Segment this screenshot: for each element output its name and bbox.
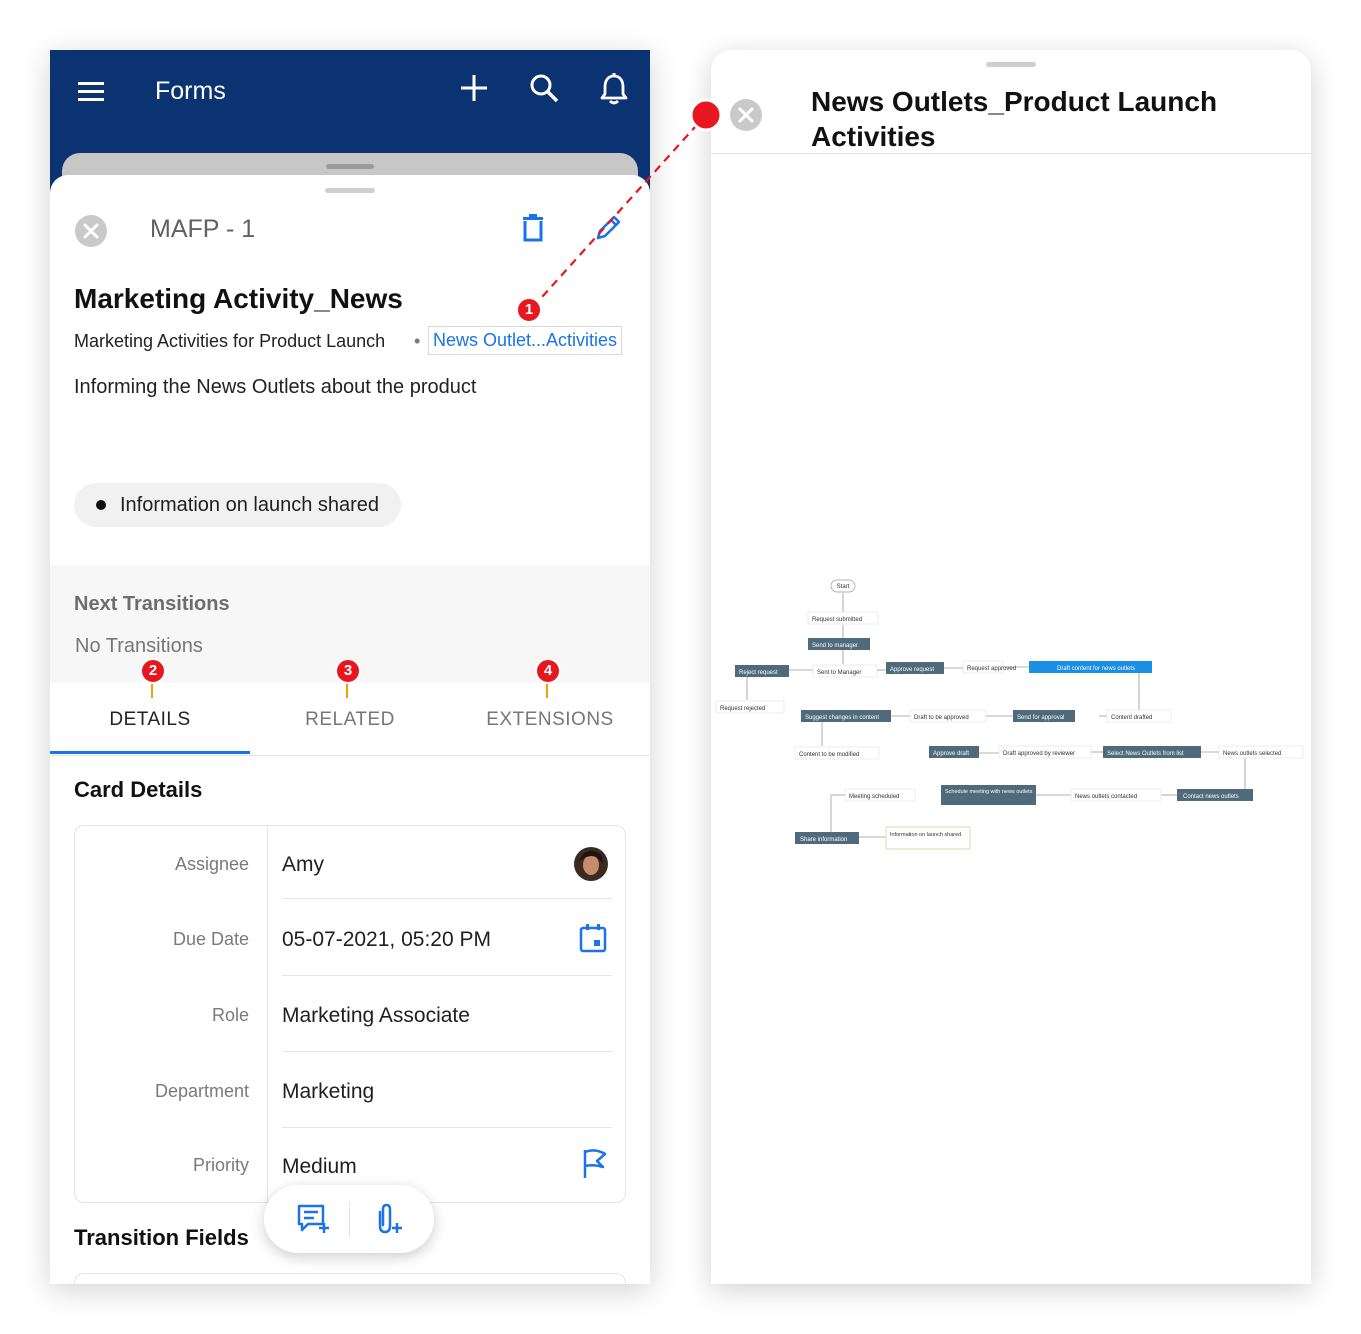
action-node: Reject request xyxy=(739,670,778,676)
role-value[interactable]: Marketing Associate xyxy=(282,1004,470,1028)
role-label: Role xyxy=(211,1005,249,1025)
tab-extensions[interactable]: EXTENSIONS xyxy=(450,709,650,731)
action-node: Select News Outlets from list xyxy=(1107,751,1184,757)
callout-marker-4: 4 xyxy=(535,658,561,684)
calendar-icon[interactable] xyxy=(579,923,607,958)
drag-handle[interactable] xyxy=(986,62,1036,67)
workflow-title: News Outlets_Product Launch Activities xyxy=(811,86,1218,152)
state-node: Draft to be approved xyxy=(914,715,969,721)
close-icon[interactable] xyxy=(74,214,108,253)
transition-fields-title: Transition Fields xyxy=(74,1225,249,1250)
action-node: Approve request xyxy=(890,667,934,673)
callout-pin-4 xyxy=(546,684,548,698)
state-node: Meeting scheduled xyxy=(849,794,899,800)
department-value[interactable]: Marketing xyxy=(282,1080,374,1104)
state-node: News outlets contacted xyxy=(1075,794,1137,800)
avatar xyxy=(573,846,609,887)
callout-marker-1: 1 xyxy=(516,297,542,323)
workflow-diagram: Start Request submitted Send to manager … xyxy=(715,579,1304,850)
action-node: Send to manager xyxy=(812,643,858,649)
next-transitions-title: Next Transitions xyxy=(74,593,230,615)
action-node: Approve draft xyxy=(933,751,969,757)
tab-details[interactable]: DETAILS xyxy=(50,709,250,731)
due-date-label: Due Date xyxy=(172,929,249,949)
action-node: Schedule meeting with news outlets xyxy=(945,789,1033,795)
app-title: Forms xyxy=(155,77,226,105)
state-node: News outlets selected xyxy=(1223,751,1281,757)
flag-icon[interactable] xyxy=(581,1148,609,1185)
callout-pin-2 xyxy=(151,684,153,698)
tab-related[interactable]: RELATED xyxy=(250,709,450,731)
action-node: Send for approval xyxy=(1017,715,1064,721)
card-id: MAFP - 1 xyxy=(150,215,256,243)
parent-form-name: Marketing Activities for Product Launch xyxy=(74,331,386,351)
state-node: Request submitted xyxy=(812,617,862,623)
card-title: Marketing Activity_News xyxy=(74,283,403,314)
drag-handle[interactable] xyxy=(325,188,375,193)
add-attachment-icon[interactable] xyxy=(370,1202,404,1241)
start-node: Start xyxy=(837,584,850,590)
action-node: Suggest changes in content xyxy=(805,715,879,721)
priority-label: Priority xyxy=(192,1155,249,1175)
state-node: Content to be modified xyxy=(799,752,859,758)
add-comment-icon[interactable] xyxy=(296,1203,330,1240)
edit-icon[interactable] xyxy=(594,212,624,247)
priority-value[interactable]: Medium xyxy=(282,1155,357,1179)
state-node: Request approved xyxy=(967,666,1016,672)
tab-bar: DETAILS RELATED EXTENSIONS xyxy=(50,683,650,756)
current-state-node: Information on launch shared xyxy=(890,832,961,838)
card-details-title: Card Details xyxy=(74,777,203,802)
callout-marker-3: 3 xyxy=(335,658,361,684)
card-description: Informing the News Outlets about the pro… xyxy=(74,376,477,398)
no-transitions-text: No Transitions xyxy=(75,635,203,657)
workflow-link[interactable]: News Outlet...Activities xyxy=(428,326,623,355)
due-date-value[interactable]: 05-07-2021, 05:20 PM xyxy=(282,928,491,952)
action-node: Draft content for news outlets xyxy=(1057,666,1135,672)
card-sheet: MAFP - 1 Marketing Activity_News Marketi… xyxy=(50,175,650,1284)
state-node: Draft approved by reviewer xyxy=(1003,751,1075,757)
action-node: Share information xyxy=(800,837,847,843)
search-icon[interactable] xyxy=(528,72,560,109)
action-node: Contact news outlets xyxy=(1183,794,1239,800)
add-icon[interactable] xyxy=(458,72,490,109)
close-icon[interactable] xyxy=(729,98,763,137)
action-fab xyxy=(264,1185,434,1253)
callout-marker-2: 2 xyxy=(140,658,166,684)
department-label: Department xyxy=(154,1081,249,1101)
callout-pin-3 xyxy=(346,684,348,698)
card-details-table: Assignee Amy Due Date 05-07-2021, 05:20 … xyxy=(74,825,626,1203)
state-node: Sent to Manager xyxy=(817,670,861,676)
delete-icon[interactable] xyxy=(520,213,546,248)
assignee-label: Assignee xyxy=(174,854,249,874)
transition-fields-table xyxy=(74,1273,626,1284)
workflow-preview-screen: News Outlets_Product Launch Activities S… xyxy=(711,50,1311,1284)
active-tab-indicator xyxy=(50,751,250,754)
bell-icon[interactable] xyxy=(598,72,630,111)
separator: • xyxy=(414,331,421,351)
assignee-value[interactable]: Amy xyxy=(282,853,324,877)
state-node: Request rejected xyxy=(720,706,765,712)
state-node: Content drafted xyxy=(1111,715,1152,721)
status-badge: Information on launch shared xyxy=(74,483,402,527)
menu-icon[interactable] xyxy=(78,80,106,109)
